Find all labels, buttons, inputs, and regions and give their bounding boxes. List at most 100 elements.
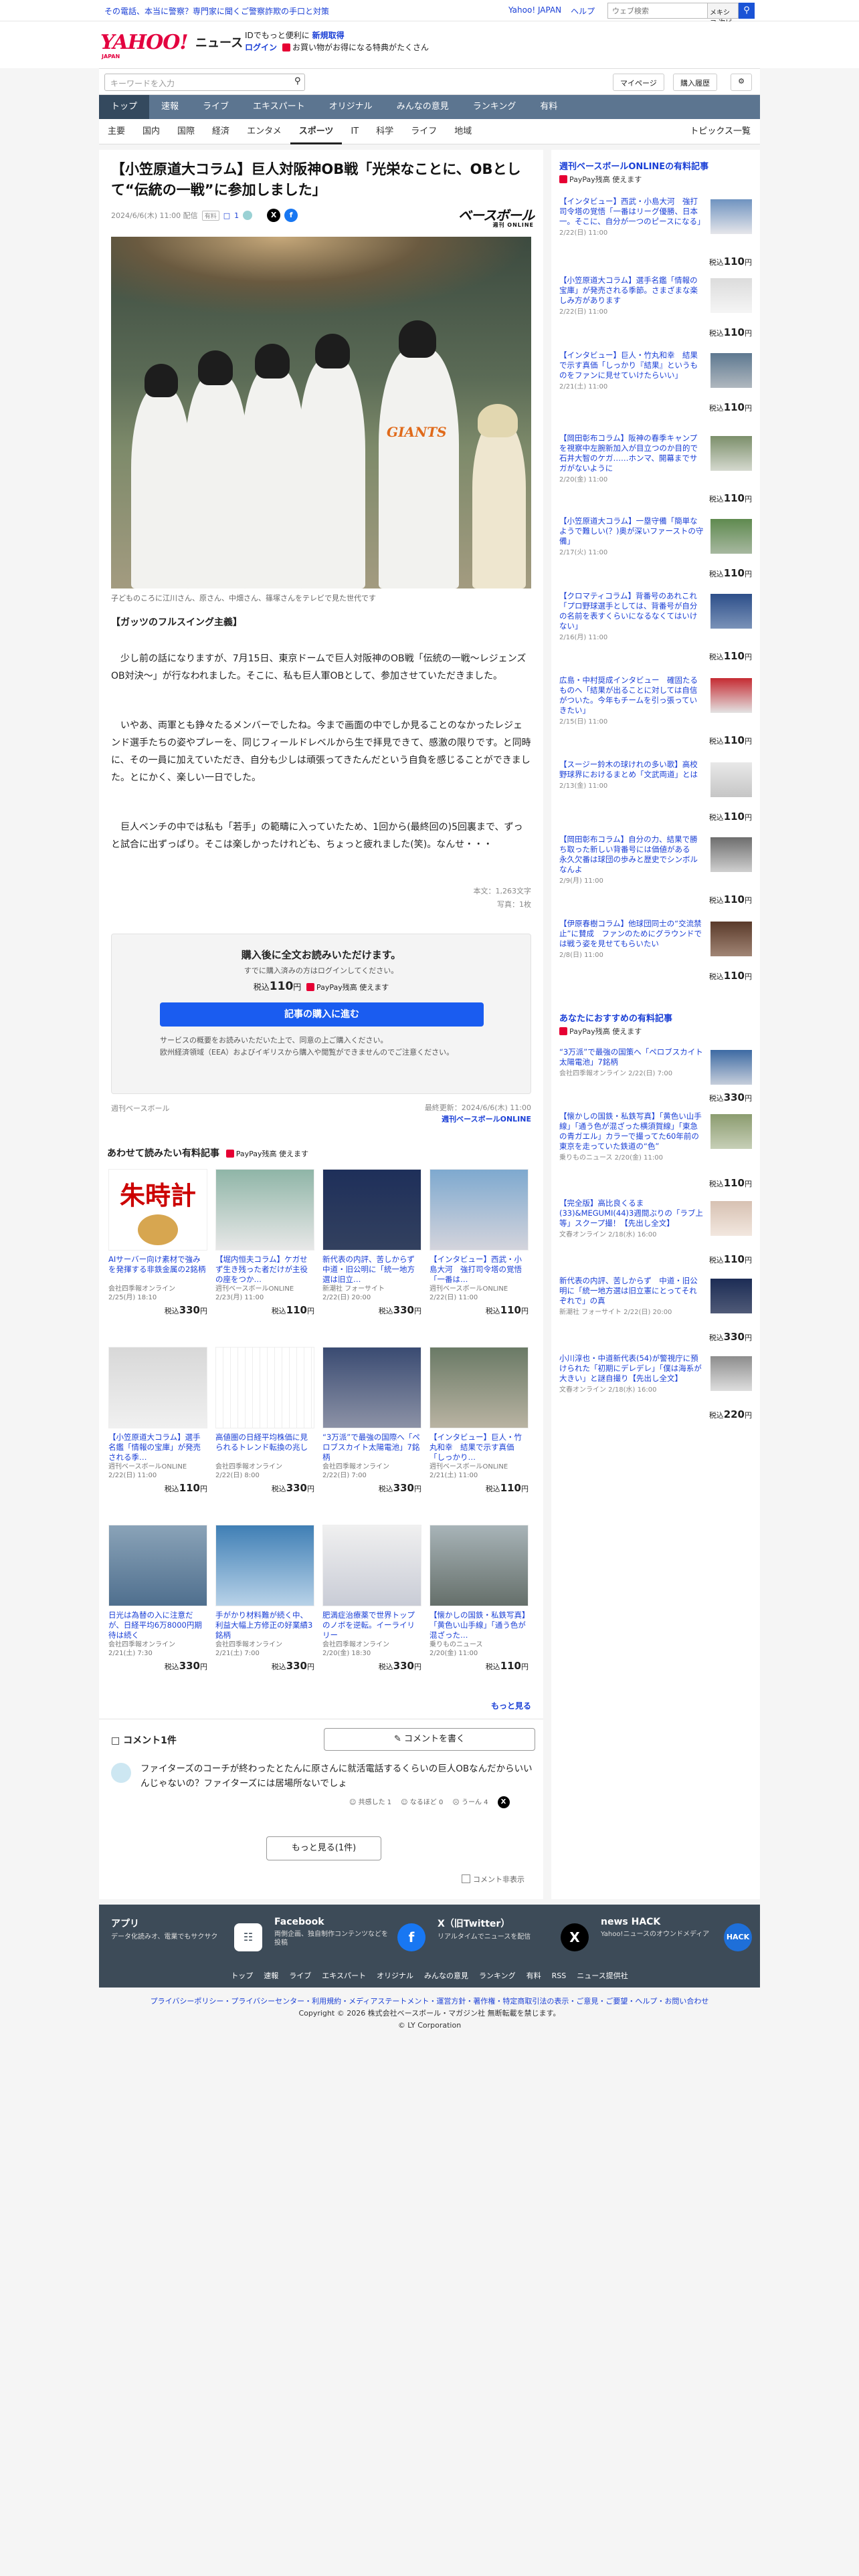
nav-ranking[interactable]: ランキング — [461, 95, 529, 119]
source-link[interactable]: 週刊ベースボールONLINE — [425, 1113, 531, 1125]
cat-sports[interactable]: スポーツ — [290, 119, 343, 144]
related-card[interactable]: 肥満症治療薬で世界トップのノボを逆転。イーライリリー 会社四季報オンライン 2/20… — [322, 1525, 421, 1672]
cat-domestic[interactable]: 国内 — [134, 119, 169, 144]
benefit-text: お買い物がお得になる特典がたくさん — [292, 43, 430, 52]
related-card[interactable]: 朱時計 AIサーバー向け素材で強みを発揮する非鉄金属の2銘柄 会社四季報オンライン 2… — [108, 1169, 207, 1316]
footer-link[interactable]: ライブ — [289, 1971, 311, 1980]
buy-article-button[interactable]: 記事の購入に進む — [160, 1002, 484, 1027]
nav-opinion[interactable]: みんなの意見 — [385, 95, 461, 119]
reaction-empathy[interactable]: ☺ 共感した 1 — [349, 1796, 391, 1808]
related-card[interactable]: 【堀内恒夫コラム】ケガせず生き残った者だけが主役の座をつか… 週刊ベースボールON… — [215, 1169, 314, 1316]
footer-link[interactable]: トップ — [231, 1971, 253, 1980]
topics-list-link[interactable]: トピックス一覧 — [690, 119, 751, 144]
footer-link[interactable]: ニュース提供社 — [577, 1971, 628, 1980]
paid-badge: 有料 — [201, 210, 219, 221]
footer-link[interactable]: みんなの意見 — [424, 1971, 468, 1980]
related-card[interactable]: 高値圏の日経平均株価に見られるトレンド転換の兆し 会社四季報オンライン 2/22(日… — [215, 1347, 314, 1494]
footer-link[interactable]: オリジナル — [377, 1971, 413, 1980]
x-share-icon[interactable]: X — [267, 209, 281, 222]
history-button[interactable]: 購入履歴 — [673, 74, 717, 91]
related-more-link[interactable]: もっと見る — [491, 1700, 531, 1711]
cat-main[interactable]: 主要 — [99, 119, 134, 144]
article-photo[interactable]: GIANTS — [111, 237, 531, 588]
reaction-hmm[interactable]: ☹ うーん 4 — [452, 1796, 488, 1808]
footer-newshack[interactable]: news HACK Yahoo!ニュースのオウンドメディア HACK — [601, 1917, 759, 1951]
cat-it[interactable]: IT — [342, 119, 367, 144]
login-area: IDでもっと便利に 新規取得 ログイン お買い物がお得になる特典がたくさん — [245, 29, 429, 53]
cat-region[interactable]: 地域 — [446, 119, 480, 144]
footer-link[interactable]: 有料 — [527, 1971, 541, 1980]
legal: プライバシーポリシー・プライバシーセンター・利用規約・メディアステートメント・運… — [99, 1996, 760, 2032]
cat-world[interactable]: 国際 — [169, 119, 203, 144]
footer-link[interactable]: 速報 — [264, 1971, 278, 1980]
publisher-logo[interactable]: ベースボール 週刊 ONLINE — [427, 205, 535, 228]
promo-link[interactable]: その電話、本当に警察？専門家に聞くご警察詐欺の手口と対策 — [104, 5, 329, 17]
keyword-input[interactable]: キーワードを入力 — [104, 74, 305, 91]
cat-economy[interactable]: 経済 — [203, 119, 238, 144]
yahoo-logo[interactable]: YAHOO! — [100, 31, 189, 54]
cat-entertainment[interactable]: エンタメ — [238, 119, 290, 144]
write-comment-button[interactable]: ✎ コメントを書く — [324, 1728, 535, 1751]
facebook-share-icon[interactable]: f — [284, 209, 298, 222]
article-paragraph: いやあ、両軍とも錚々たるメンバーでしたね。今まで画面の中でしか見ることのなかった… — [111, 720, 531, 783]
search-scope[interactable]: メキシコ 次ピ — [708, 3, 739, 27]
search-icon[interactable]: ⚲ — [294, 76, 301, 86]
related-card[interactable]: 日光は為替の入に注意だが、日経平均6万8000円期待は続く 会社四季報オンライン 2… — [108, 1525, 207, 1672]
related-card[interactable]: 手がかり材料難が続く中、利益大幅上方修正の好業績3銘柄 会社四季報オンライン 2/2… — [215, 1525, 314, 1672]
yahoo-japan-link[interactable]: Yahoo! JAPAN — [508, 5, 561, 17]
char-count: 本文：1,263文字 — [473, 887, 532, 895]
nav-paid[interactable]: 有料 — [528, 95, 569, 119]
footer-facebook[interactable]: Facebook 両側企画、独自制作コンテンツなどを投稿 f — [274, 1917, 432, 1951]
legal-links[interactable]: プライバシーポリシー・プライバシーセンター・利用規約・メディアステートメント・運… — [99, 1996, 760, 2008]
source-name: 週刊ベースボール — [111, 1104, 170, 1113]
paywall-login-note[interactable]: すでに購入済みの方はログインしてください。 — [112, 965, 531, 976]
footer-link[interactable]: ランキング — [479, 1971, 516, 1980]
mypage-button[interactable]: マイページ — [613, 74, 664, 91]
paypay-icon — [225, 1150, 234, 1158]
help-link[interactable]: ヘルプ — [571, 5, 595, 17]
corp-copyright: © LY Corporation — [397, 2021, 462, 2030]
more-comments-button[interactable]: もっと見る(1件) — [266, 1836, 381, 1860]
gear-icon[interactable]: ⚙ — [731, 74, 752, 91]
related-card[interactable]: “3万派”で最強の国際へ「ペロブスカイト太陽電池」7銘柄 会社四季報オンライン 2/… — [322, 1347, 421, 1494]
register-link[interactable]: 新規取得 — [312, 31, 345, 40]
photo-caption: 子どものころに江川さん、原さん、中畑さん、篠塚さんをテレビで見た世代です — [111, 594, 376, 603]
side-section-title[interactable]: 週刊ベースボールONLINEの有料記事 — [559, 159, 708, 172]
footer-link[interactable]: エキスパート — [322, 1971, 366, 1980]
nav-breaking[interactable]: 速報 — [149, 95, 191, 119]
x-share-icon[interactable]: X — [497, 1796, 510, 1808]
nav-top[interactable]: トップ — [99, 95, 150, 119]
copyright: Copyright © 2026 株式会社ベースボール・マガジン社 無断転載を禁… — [298, 2009, 561, 2018]
footer-app[interactable]: アプリ データ化読みオ、電業でもサクサク ☷ — [111, 1917, 269, 1951]
login-link[interactable]: ログイン — [245, 43, 277, 52]
update-info: 最終更新：2024/6/6(木) 11:00 週刊ベースボールONLINE — [424, 1103, 531, 1125]
nav-original[interactable]: オリジナル — [317, 95, 385, 119]
search-icon[interactable]: ⚲ — [739, 3, 755, 19]
footer-x[interactable]: X（旧Twitter） リアルタイムでニュースを配信 X — [438, 1917, 595, 1951]
web-search-input[interactable] — [607, 3, 708, 19]
related-card[interactable]: 新代表の内評、苦しからず 中道・旧公明に「統一地方選は旧立… 新潮社 フォーサイト… — [322, 1169, 421, 1316]
cat-science[interactable]: 科学 — [367, 119, 402, 144]
search-row: キーワードを入力 ⚲ マイページ 購入履歴 ⚙ — [99, 68, 760, 95]
paypay-icon — [559, 175, 567, 183]
hide-comments-toggle[interactable]: コメント非表示 — [462, 1874, 524, 1885]
related-card[interactable]: 【懐かしの国鉄・私鉄写真】「黄色い山手線」「通う色が混ざった… 乗りものニュース 2… — [430, 1525, 529, 1672]
article-paragraph: 少し前の話になりますが、7月15日、東京ドームで巨人対阪神のOB戦「伝統の一戦〜… — [111, 653, 527, 681]
paypay-icon — [306, 983, 314, 991]
comment-icon[interactable]: □ — [223, 211, 230, 220]
article-title: 【小笠原道大コラム】巨人対阪神OB戦「光栄なことに、OBとして“伝統の一戦”に参… — [111, 161, 521, 198]
nav-expert[interactable]: エキスパート — [241, 95, 317, 119]
related-card[interactable]: 【インタビュー】西武・小島大河 強打司令塔の覚悟「一番は… 週刊ベースボールONL… — [430, 1169, 529, 1316]
article-paragraph: 巨人ベンチの中では私も「若手」の範疇に入っていたため、1回から(最終回の)5回裏… — [111, 822, 523, 850]
nav-live[interactable]: ライブ — [191, 95, 241, 119]
paypay-icon — [282, 43, 291, 51]
related-title: あわせて読みたい有料記事 PayPay残高 使えます — [107, 1148, 309, 1159]
related-card[interactable]: 【小笠原道大コラム】選手名鑑「情報の宝庫」が発売される季… 週刊ベースボールONL… — [108, 1347, 207, 1494]
x-icon: X — [561, 1923, 589, 1951]
cat-life[interactable]: ライフ — [402, 119, 446, 144]
reaction-indeed[interactable]: ☺ なるほど 0 — [401, 1796, 443, 1808]
comment-count[interactable]: 1 — [234, 211, 239, 220]
related-card[interactable]: 【インタビュー】巨人・竹丸和幸 結果で示す真価「しっかり… 週刊ベースボールONL… — [430, 1347, 529, 1494]
footer-link[interactable]: RSS — [552, 1971, 567, 1980]
article-heading: 【ガッツのフルスイング主義】 — [111, 617, 242, 628]
